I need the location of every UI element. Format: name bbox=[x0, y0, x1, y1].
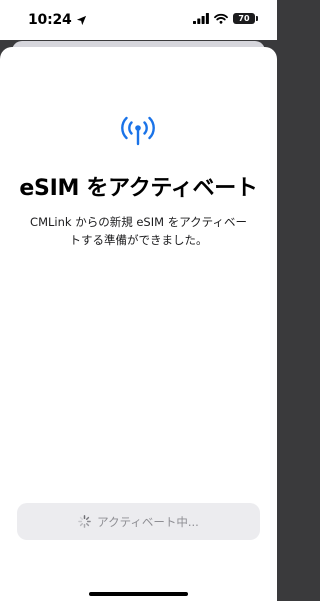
page-title: eSIM をアクティベート bbox=[19, 176, 258, 201]
activate-button[interactable]: アクティベート中... bbox=[17, 503, 260, 540]
signal-icon bbox=[193, 13, 209, 24]
status-time: 10:24 bbox=[28, 12, 72, 28]
esim-activation-sheet: eSIM をアクティベート CMLink からの新規 eSIM をアクティベート… bbox=[0, 47, 277, 601]
location-arrow-icon bbox=[76, 15, 86, 25]
description-text: CMLink からの新規 eSIM をアクティベートする準備ができました。 bbox=[30, 215, 247, 247]
status-bar: 10:24 70 bbox=[0, 0, 277, 40]
battery-icon: 70 bbox=[233, 13, 258, 24]
home-indicator[interactable] bbox=[89, 592, 188, 596]
antenna-signal-icon bbox=[121, 116, 155, 146]
status-indicators: 70 bbox=[193, 13, 258, 24]
wifi-icon bbox=[214, 13, 228, 24]
status-time-group: 10:24 bbox=[28, 12, 87, 28]
spinner-icon bbox=[78, 515, 91, 528]
activate-button-label: アクティベート中... bbox=[97, 514, 199, 529]
